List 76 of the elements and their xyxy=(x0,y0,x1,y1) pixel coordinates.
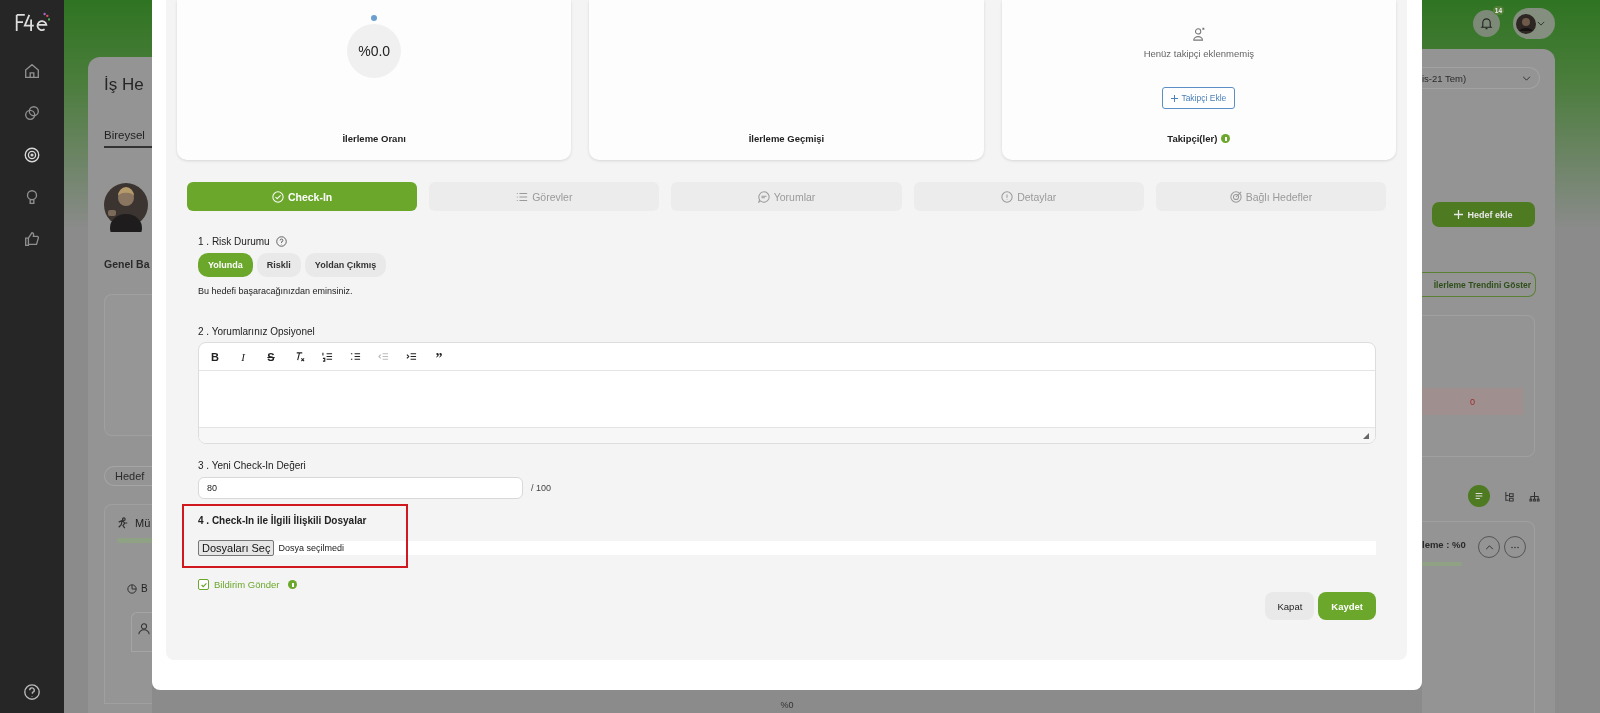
indent-icon xyxy=(405,351,417,362)
checkin-value-input[interactable]: 80 xyxy=(198,477,523,499)
tab[interactable]: Yorumlar xyxy=(671,182,902,211)
lines-icon xyxy=(1474,491,1484,501)
resize-handle-icon[interactable] xyxy=(1363,433,1369,439)
list-icon xyxy=(516,190,529,203)
add-user-icon xyxy=(1191,27,1206,41)
field-label: 4 . Check-In ile İlgili İlişkili Dosyalar xyxy=(198,515,367,526)
info-icon[interactable] xyxy=(1221,134,1231,143)
goal-title: Mü xyxy=(135,517,151,529)
risk-option[interactable]: Riskli xyxy=(256,253,301,277)
thumb-nav-icon[interactable] xyxy=(23,230,41,248)
plus-icon xyxy=(1454,210,1464,219)
risk-option[interactable]: Yolunda xyxy=(198,253,253,277)
progress-dot-icon xyxy=(371,15,378,21)
field-label: 3 . Yeni Check-In Değeri xyxy=(198,460,306,471)
sub-label: B xyxy=(141,583,148,594)
ordered-icon xyxy=(321,351,333,362)
home-nav-icon[interactable] xyxy=(23,62,41,80)
page-title: İş He xyxy=(104,75,145,95)
max-value: / 100 xyxy=(531,483,552,493)
comment-icon xyxy=(757,190,770,203)
card-label: Takipçi(ler) xyxy=(1167,133,1218,144)
risk-description: Bu hedefi başaracağınızdan eminsiniz. xyxy=(198,286,354,296)
field-label: 2 . Yorumlarınız Opsiyonel xyxy=(198,326,315,337)
quote-button[interactable]: ” xyxy=(429,346,449,367)
plus-icon xyxy=(1171,94,1179,102)
chevron-down-icon xyxy=(1537,21,1545,26)
tab[interactable]: Detaylar xyxy=(913,182,1144,211)
close-button[interactable]: Kapat xyxy=(1265,592,1315,620)
card-label: İlerleme Oranı xyxy=(342,133,406,144)
file-status: Dosya seçilmedi xyxy=(278,543,344,553)
risk-option[interactable]: Yoldan Çıkmış xyxy=(304,253,387,277)
user-menu-button[interactable] xyxy=(1513,8,1555,39)
person-icon xyxy=(138,623,150,635)
bold-button[interactable]: B xyxy=(205,346,225,367)
table-cell: 0 xyxy=(1422,388,1523,415)
more-icon xyxy=(1510,545,1520,549)
runner-icon xyxy=(117,517,129,529)
add-goal-button[interactable]: Hedef ekle xyxy=(1432,202,1535,227)
footer-value: %0 xyxy=(780,700,794,710)
chevron-up-icon xyxy=(1484,544,1494,550)
save-button[interactable]: Kaydet xyxy=(1318,592,1376,620)
field-label: 1 . Risk Durumu xyxy=(198,236,270,247)
section-title: Genel Ba xyxy=(104,258,151,270)
chevron-down-icon xyxy=(1522,75,1531,81)
help-icon[interactable] xyxy=(23,683,41,701)
avatar-icon xyxy=(1516,13,1536,34)
progress-track xyxy=(117,538,152,543)
progress-text: leme : %0 xyxy=(1422,539,1467,550)
progress-circle: %0.0 xyxy=(347,24,402,78)
outdent-icon xyxy=(377,351,389,362)
add-follower-button[interactable]: Takipçi Ekle xyxy=(1162,87,1236,109)
target-icon xyxy=(1229,190,1242,203)
check-icon xyxy=(271,190,284,203)
strike-button[interactable]: S xyxy=(261,346,281,367)
tree-view-icon[interactable] xyxy=(1504,490,1515,502)
pie-icon xyxy=(127,583,137,594)
bullet-icon xyxy=(349,351,361,362)
hierarchy-icon[interactable] xyxy=(1529,490,1540,502)
info-icon xyxy=(1001,190,1014,203)
info-icon[interactable] xyxy=(288,580,298,589)
logo-icon xyxy=(14,12,50,34)
card-label: İlerleme Geçmişi xyxy=(748,133,825,144)
choose-files-button[interactable]: Dosyaları Seç xyxy=(198,540,275,556)
notify-checkbox[interactable] xyxy=(198,579,209,590)
italic-button[interactable]: I xyxy=(233,346,253,367)
chat-nav-icon[interactable] xyxy=(23,104,41,122)
empty-message: Henüz takipçi eklenmemiş xyxy=(1143,48,1254,59)
tab[interactable]: Check-In xyxy=(187,182,418,211)
tab[interactable]: Bağlı Hedefler xyxy=(1155,182,1386,211)
bell-icon xyxy=(1480,17,1493,30)
notify-label: Bildirim Gönder xyxy=(214,579,280,590)
trend-button[interactable]: İlerleme Trendini Göster xyxy=(1422,272,1536,297)
check-icon xyxy=(199,580,208,589)
target-nav-icon[interactable] xyxy=(23,146,41,164)
